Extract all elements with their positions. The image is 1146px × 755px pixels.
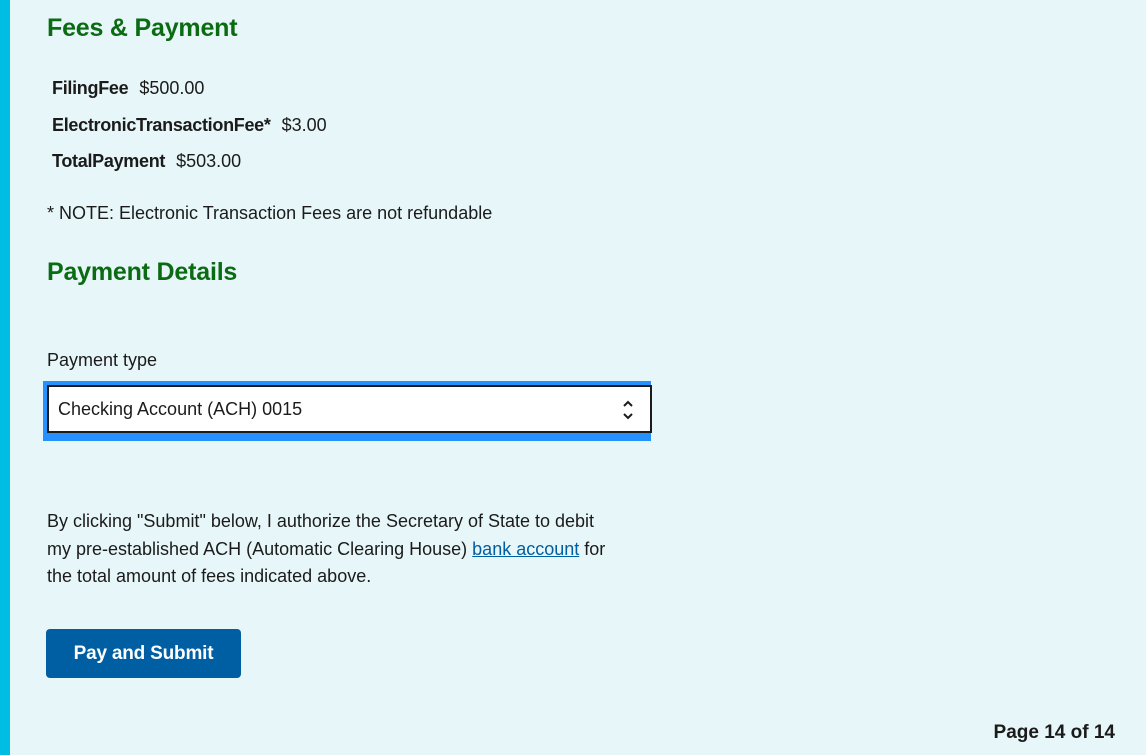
fee-value: $503.00 bbox=[176, 151, 242, 171]
fee-row-filing: FilingFee $500.00 bbox=[52, 78, 204, 99]
fee-row-electronic-transaction: ElectronicTransactionFee* $3.00 bbox=[52, 115, 327, 136]
payment-type-selected-value: Checking Account (ACH) 0015 bbox=[58, 398, 303, 419]
accent-bar bbox=[0, 0, 10, 755]
fee-value: $3.00 bbox=[281, 115, 327, 135]
payment-type-focus-ring: Checking Account (ACH) 0015 bbox=[43, 381, 652, 441]
pay-and-submit-button[interactable]: Pay and Submit bbox=[46, 629, 241, 678]
fee-label: TotalPayment bbox=[52, 151, 166, 171]
payment-details-heading: Payment Details bbox=[47, 258, 238, 286]
fee-note: * NOTE: Electronic Transaction Fees are … bbox=[47, 203, 493, 223]
fee-value: $500.00 bbox=[139, 78, 205, 98]
fee-label: FilingFee bbox=[52, 78, 129, 98]
bank-account-link[interactable]: bank account bbox=[472, 539, 579, 559]
authorization-text: By clicking "Submit" below, I authorize … bbox=[47, 508, 617, 591]
payment-type-label: Payment type bbox=[47, 350, 158, 370]
page-indicator: Page 14 of 14 bbox=[993, 722, 1115, 743]
fee-row-total: TotalPayment $503.00 bbox=[52, 151, 241, 172]
up-down-chevron-icon bbox=[622, 399, 634, 421]
payment-type-select[interactable]: Checking Account (ACH) 0015 bbox=[47, 385, 652, 433]
fees-payment-heading: Fees & Payment bbox=[47, 14, 238, 42]
fee-label: ElectronicTransactionFee* bbox=[52, 115, 271, 135]
